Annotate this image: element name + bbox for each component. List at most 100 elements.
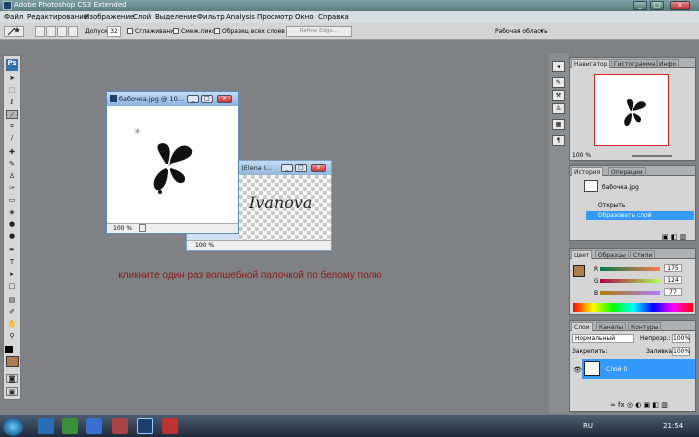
refine-edge-button[interactable]: Refine Edge... (286, 26, 352, 37)
butterfly-canvas[interactable]: ✳ (108, 106, 237, 223)
blue-value[interactable]: 77 (664, 288, 682, 296)
tab-histogram[interactable]: Гистограмма (611, 59, 659, 68)
tab-layers[interactable]: Слои (571, 322, 593, 331)
eyedropper-tool-icon[interactable]: ✐ (6, 308, 18, 317)
doc-close-button[interactable]: x (217, 95, 232, 103)
menu-analysis[interactable]: Analysis (226, 13, 255, 21)
eraser-tool-icon[interactable]: ▭ (6, 196, 18, 205)
path-select-icon[interactable]: ▸ (6, 270, 18, 279)
magic-wand-tool-icon[interactable]: ⁄ (6, 110, 18, 119)
zoom-slider[interactable] (632, 155, 672, 157)
menu-file[interactable]: Файл (4, 13, 23, 21)
maximize-button[interactable]: □ (650, 1, 664, 10)
doc-info-icon[interactable] (139, 224, 146, 232)
zoom-level[interactable]: 100 % (113, 225, 132, 232)
menu-filter[interactable]: Фильтр (197, 13, 225, 21)
menu-view[interactable]: Просмотр (257, 13, 293, 21)
doc-maximize-button[interactable]: □ (201, 95, 213, 103)
history-item-make-layer[interactable]: Образовать слой (598, 212, 693, 219)
tab-navigator[interactable]: Навигатор (571, 59, 611, 68)
stamp-tool-icon[interactable]: ♙ (6, 172, 18, 181)
layer-name[interactable]: Слой 0 (606, 366, 693, 373)
navigator-preview[interactable] (594, 74, 669, 146)
tab-actions[interactable]: Операции (608, 167, 646, 176)
move-tool-icon[interactable]: ➤ (6, 74, 18, 83)
dock-stamp-icon[interactable]: ♙ (552, 103, 565, 114)
doc-maximize-button[interactable]: □ (295, 164, 307, 172)
opacity-input[interactable]: 100% (672, 334, 690, 343)
minimize-button[interactable]: _ (633, 1, 647, 10)
history-footer-icons[interactable]: ▣ ◧ ▥ (662, 233, 686, 241)
menu-edit[interactable]: Редактирование (27, 13, 88, 21)
doc-minimize-button[interactable]: _ (281, 164, 293, 172)
tab-channels[interactable]: Каналы (596, 322, 627, 331)
red-slider[interactable] (600, 267, 660, 271)
taskbar-app-icon[interactable] (112, 418, 128, 434)
subtract-selection-button[interactable] (57, 26, 67, 37)
dock-layer-comps-icon[interactable]: ▦ (552, 119, 565, 130)
start-button[interactable] (3, 418, 23, 436)
eye-icon[interactable]: 👁 (573, 366, 582, 374)
screen-mode-icon[interactable]: ▣ (6, 387, 18, 396)
dock-brushes-icon[interactable]: ✎ (552, 77, 565, 88)
snapshot-name[interactable]: бабочка.jpg (602, 184, 693, 191)
close-button[interactable]: x (670, 1, 690, 10)
menu-image[interactable]: Изображение (84, 13, 134, 21)
green-slider[interactable] (600, 279, 660, 283)
taskbar-photoshop-icon[interactable] (137, 418, 153, 434)
document-titlebar[interactable]: бабочка.jpg @ 10... _ □ x (107, 92, 238, 106)
menu-window[interactable]: Окно (295, 13, 314, 21)
doc-minimize-button[interactable]: _ (187, 95, 199, 103)
magic-wand-preset-button[interactable] (4, 26, 24, 37)
tab-info[interactable]: Инфо (656, 59, 680, 68)
menu-help[interactable]: Справка (318, 13, 349, 21)
hand-tool-icon[interactable]: ✋ (6, 320, 18, 329)
dock-tool-presets-icon[interactable]: ⚒ (552, 90, 565, 101)
taskbar-ie-icon[interactable] (38, 418, 54, 434)
tolerance-input[interactable]: 32 (107, 26, 121, 37)
new-selection-button[interactable] (35, 26, 45, 37)
history-item-open[interactable]: Открыть (598, 202, 693, 209)
contiguous-checkbox[interactable] (173, 28, 179, 34)
layers-footer-icons[interactable]: ∞ fx ◎ ◐ ▣ ◧ ▥ (610, 401, 668, 409)
tab-history[interactable]: История (571, 167, 604, 176)
blur-tool-icon[interactable]: ● (6, 220, 18, 229)
lasso-tool-icon[interactable]: ℓ (6, 98, 18, 107)
tab-swatches[interactable]: Образцы (595, 250, 629, 259)
taskbar-mail-icon[interactable] (162, 418, 178, 434)
taskbar-explorer-icon[interactable] (86, 418, 102, 434)
green-value[interactable]: 124 (664, 276, 682, 284)
zoom-level[interactable]: 100 % (195, 242, 214, 249)
brush-tool-icon[interactable]: ✎ (6, 160, 18, 169)
taskbar-player-icon[interactable] (62, 418, 78, 434)
quick-mask-icon[interactable]: ◙ (6, 374, 18, 383)
crop-tool-icon[interactable]: ⌗ (6, 122, 18, 131)
history-brush-icon[interactable]: ✑ (6, 184, 18, 193)
antialias-checkbox[interactable] (127, 28, 133, 34)
tab-color[interactable]: Цвет (571, 250, 593, 259)
clock[interactable]: 21:54 (663, 422, 683, 430)
tab-paths[interactable]: Контуры (628, 322, 662, 331)
pen-tool-icon[interactable]: ✒ (6, 246, 18, 255)
sample-all-checkbox[interactable] (214, 28, 220, 34)
shape-tool-icon[interactable]: □ (6, 282, 18, 291)
healing-tool-icon[interactable]: ✚ (6, 148, 18, 157)
red-value[interactable]: 175 (664, 264, 682, 272)
fill-input[interactable]: 100% (672, 347, 690, 356)
intersect-selection-button[interactable] (68, 26, 78, 37)
notes-tool-icon[interactable]: ▤ (6, 296, 18, 305)
dock-paragraph-icon[interactable]: ¶ (552, 135, 565, 146)
slice-tool-icon[interactable]: ∕ (6, 134, 18, 143)
transparent-canvas[interactable]: Ivanova (239, 175, 331, 241)
add-selection-button[interactable] (46, 26, 56, 37)
bucket-tool-icon[interactable]: ◈ (6, 208, 18, 217)
marquee-tool-icon[interactable]: ⬚ (6, 86, 18, 95)
document-window-butterfly[interactable]: бабочка.jpg @ 10... _ □ x ✳ 100 % (106, 91, 239, 234)
language-indicator[interactable]: RU (583, 422, 593, 430)
blue-slider[interactable] (600, 291, 660, 295)
tab-styles[interactable]: Стили (630, 250, 656, 259)
menu-layer[interactable]: Слой (133, 13, 151, 21)
menu-select[interactable]: Выделение (155, 13, 197, 21)
dodge-tool-icon[interactable]: ● (6, 232, 18, 241)
zoom-tool-icon[interactable]: ⚲ (6, 332, 18, 341)
